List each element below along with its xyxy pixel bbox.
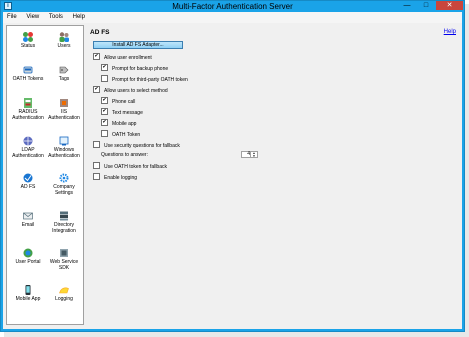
sidebar-item-label: IIS Authentication [48,109,80,121]
client-area: Status Users OATH Tokens Tags RADIUS Aut… [3,23,462,329]
allow-user-enrollment-checkbox[interactable]: ✔ Allow user enrollment [93,53,152,61]
page-title: AD FS [90,29,110,36]
sidebar-item-label: User Portal [15,259,41,265]
security-questions-fallback-checkbox[interactable]: Use security questions for fallback [93,141,180,149]
sidebar-item-label: Status [20,43,36,49]
checkbox-box[interactable] [93,141,100,148]
sidebar-item-windows[interactable]: Windows Authentication [46,135,82,159]
adfs-panel: AD FS Help Install AD FS Adapter... ✔ All… [86,25,460,325]
menu-tools[interactable]: Tools [45,12,67,23]
questions-to-answer-label: Questions to answer: [101,152,148,158]
questions-to-answer-stepper[interactable]: 4 ▲ ▼ [241,151,258,158]
user-portal-icon [23,248,33,258]
sidebar-item-radius[interactable]: RADIUS Authentication [10,97,46,121]
checkbox-box[interactable]: ✔ [101,119,108,126]
checkbox-box[interactable]: ✔ [101,108,108,115]
phone-call-checkbox[interactable]: ✔ Phone call [101,97,135,105]
menu-file[interactable]: File [3,12,21,23]
checkbox-box[interactable]: ✔ [101,97,108,104]
prompt-backup-phone-checkbox[interactable]: ✔ Prompt for backup phone [101,64,168,72]
minimize-button[interactable]: — [397,1,417,10]
users-icon [59,32,69,42]
install-adfs-adapter-button[interactable]: Install AD FS Adapter... [93,41,183,49]
sidebar-item-label: Logging [55,296,73,302]
checkbox-box[interactable] [93,173,100,180]
menu-view[interactable]: View [22,12,43,23]
text-message-checkbox[interactable]: ✔ Text message [101,108,143,116]
sidebar-item-label: Web Service SDK [49,259,79,271]
menu-help[interactable]: Help [69,12,89,23]
stepper-arrows-icon[interactable]: ▲ ▼ [250,152,257,157]
sidebar-item-sdk[interactable]: Web Service SDK [46,247,82,271]
company-settings-icon [59,173,69,183]
email-icon [23,212,33,220]
checkbox-box[interactable] [101,130,108,137]
title-bar[interactable]: i Multi-Factor Authentication Server — □… [1,1,464,12]
prompt-oath-token-checkbox[interactable]: Prompt for third-party OATH token [101,75,188,83]
sidebar-item-label: Tags [58,76,70,82]
status-icon [23,32,33,42]
adfs-icon [23,173,33,183]
app-window: i Multi-Factor Authentication Server — □… [0,0,465,332]
menu-bar: File View Tools Help [3,12,462,23]
sidebar-item-label: Windows Authentication [48,147,80,159]
sidebar-item-label: Users [57,43,71,49]
sidebar-item-company-settings[interactable]: Company Settings [46,172,82,196]
sidebar-item-label: AD FS [20,184,36,190]
window-title: Multi-Factor Authentication Server [172,2,293,11]
logging-icon [59,287,69,294]
mobile-app-checkbox[interactable]: ✔ Mobile app [101,119,136,127]
oath-tokens-icon [23,66,33,74]
directory-icon [60,211,68,221]
iis-icon [60,99,68,107]
sidebar-item-tags[interactable]: Tags [46,64,82,83]
enable-logging-checkbox[interactable]: Enable logging [93,173,137,181]
sidebar-item-oath-tokens[interactable]: OATH Tokens [10,64,46,83]
checkbox-box[interactable] [93,162,100,169]
checkbox-box[interactable]: ✔ [101,64,108,71]
sidebar-item-adfs[interactable]: AD FS [10,172,46,191]
sdk-icon [60,249,68,257]
checkbox-box[interactable]: ✔ [93,86,100,93]
sidebar-item-logging[interactable]: Logging [46,284,82,303]
oath-token-checkbox[interactable]: OATH Token [101,130,140,138]
sidebar-item-label: Company Settings [53,184,75,196]
tags-icon [59,66,69,74]
checkbox-box[interactable]: ✔ [93,53,100,60]
allow-select-method-checkbox[interactable]: ✔ Allow users to select method [93,86,168,94]
sidebar-item-user-portal[interactable]: User Portal [10,247,46,266]
windows-icon [59,136,69,146]
sidebar-item-users[interactable]: Users [46,31,82,50]
sidebar-item-label: OATH Tokens [12,76,44,82]
mobile-app-icon [25,285,31,295]
sidebar-item-label: RADIUS Authentication [12,109,44,121]
maximize-button[interactable]: □ [417,1,435,10]
help-link[interactable]: Help [444,29,456,35]
sidebar-item-directory[interactable]: Directory Integration [46,210,82,234]
sidebar-item-status[interactable]: Status [10,31,46,50]
sidebar-item-label: Mobile App [15,296,41,302]
oath-token-fallback-checkbox[interactable]: Use OATH token for fallback [93,162,167,170]
sidebar-item-email[interactable]: Email [10,210,46,229]
sidebar-item-label: Directory Integration [52,222,76,234]
sidebar-item-ldap[interactable]: LDAP Authentication [10,135,46,159]
close-button[interactable]: ✕ [436,1,463,10]
sidebar: Status Users OATH Tokens Tags RADIUS Aut… [6,25,84,325]
sidebar-item-mobile-app[interactable]: Mobile App [10,284,46,303]
checkbox-box[interactable] [101,75,108,82]
sidebar-item-label: Email [21,222,35,228]
ldap-icon [23,136,33,146]
radius-icon [24,98,32,108]
sidebar-item-iis[interactable]: IIS Authentication [46,97,82,121]
sidebar-item-label: LDAP Authentication [12,147,44,159]
